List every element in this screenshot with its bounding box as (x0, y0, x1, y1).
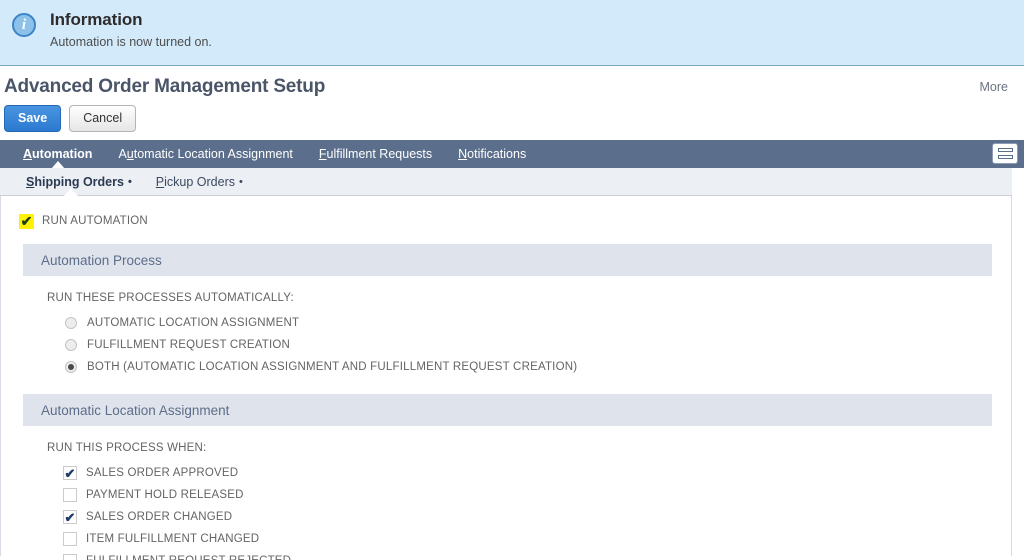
checkbox-sales-order-changed[interactable]: ✔ (63, 510, 77, 524)
information-banner-message: Automation is now turned on. (50, 35, 212, 49)
checkbox-label-sales-order-changed: SALES ORDER CHANGED (86, 511, 233, 523)
tab-notifications[interactable]: Notifications (445, 140, 539, 168)
checkbox-label-item-fulfillment-changed: ITEM FULFILLMENT CHANGED (86, 533, 260, 545)
tab-automatic-location-assignment[interactable]: Automatic Location Assignment (105, 140, 305, 168)
checkbox-fulfillment-request-rejected[interactable] (63, 554, 77, 560)
checkbox-label-payment-hold-released: PAYMENT HOLD RELEASED (86, 489, 244, 501)
checkbox-item-fulfillment-changed[interactable] (63, 532, 77, 546)
radio-row-fulfillment-request-creation[interactable]: FULFILLMENT REQUEST CREATION (65, 334, 1011, 356)
checkbox-row-item-fulfillment-changed[interactable]: ITEM FULFILLMENT CHANGED (63, 528, 1011, 550)
radio-fulfillment-request-creation[interactable] (65, 339, 77, 351)
run-this-process-when-label: RUN THIS PROCESS WHEN: (47, 442, 207, 454)
main-tab-bar: Automation Automatic Location Assignment… (0, 140, 1024, 169)
checkbox-sales-order-approved[interactable]: ✔ (63, 466, 77, 480)
subtab-pickup-orders[interactable]: Pickup Orders • (144, 168, 255, 195)
subtab-shipping-label: hipping Orders (34, 174, 124, 189)
section-header-automatic-location-assignment: Automatic Location Assignment (23, 394, 992, 426)
radio-row-both[interactable]: BOTH (AUTOMATIC LOCATION ASSIGNMENT AND … (65, 356, 1011, 378)
save-button[interactable]: Save (4, 105, 62, 132)
tab-fulfillment-requests[interactable]: Fulfillment Requests (306, 140, 445, 168)
run-automation-label: RUN AUTOMATION (42, 215, 148, 227)
information-banner-text: Information Automation is now turned on. (50, 9, 1024, 51)
radio-row-automatic-location-assignment[interactable]: AUTOMATIC LOCATION ASSIGNMENT (65, 312, 1011, 334)
tab-automation-accesskey: A (23, 147, 33, 161)
checkbox-payment-hold-released[interactable] (63, 488, 77, 502)
tab-fr-label: ulfillment Requests (326, 147, 433, 161)
radio-label-fulfillment-request-creation: FULFILLMENT REQUEST CREATION (87, 339, 291, 351)
checkbox-row-sales-order-approved[interactable]: ✔ SALES ORDER APPROVED (63, 462, 1011, 484)
list-menu-icon[interactable] (992, 143, 1018, 164)
tab-automation-label: utomation (32, 147, 93, 161)
checkbox-label-fulfillment-request-rejected: FULFILLMENT REQUEST REJECTED (86, 555, 291, 560)
subtab-shipping-orders[interactable]: Shipping Orders • (14, 168, 144, 196)
checkbox-row-sales-order-changed[interactable]: ✔ SALES ORDER CHANGED (63, 506, 1011, 528)
tab-ala-label: tomatic Location Assignment (133, 147, 293, 161)
information-banner: i Information Automation is now turned o… (0, 0, 1024, 66)
checkbox-label-sales-order-approved: SALES ORDER APPROVED (86, 467, 239, 479)
section-title-automation-process: Automation Process (41, 252, 162, 268)
checkbox-row-payment-hold-released[interactable]: PAYMENT HOLD RELEASED (63, 484, 1011, 506)
radio-both[interactable] (65, 361, 77, 373)
active-subtab-caret-icon (64, 188, 79, 196)
checkmark-icon: ✔ (20, 213, 33, 229)
subtab-pickup-accesskey: P (155, 174, 165, 189)
tab-ala-accesskey: u (126, 147, 134, 161)
radio-label-both: BOTH (AUTOMATIC LOCATION ASSIGNMENT AND … (87, 361, 578, 373)
tab-notifications-label: otifications (467, 147, 527, 161)
subtab-pickup-label: ickup Orders (164, 174, 235, 189)
information-banner-title: Information (50, 10, 143, 29)
settings-content-panel: ✔ RUN AUTOMATION Automation Process RUN … (0, 196, 1012, 560)
tab-fr-accesskey: F (318, 147, 327, 161)
action-button-row: Save Cancel (0, 102, 1024, 140)
list-menu-icon-bar-2 (997, 155, 1013, 159)
sub-tab-bar: Shipping Orders • Pickup Orders • (0, 168, 1012, 196)
automatic-location-assignment-field-group: RUN THIS PROCESS WHEN: ✔ SALES ORDER APP… (1, 426, 1011, 560)
section-header-automation-process: Automation Process (23, 244, 992, 276)
radio-automatic-location-assignment[interactable] (65, 317, 77, 329)
radio-label-automatic-location-assignment: AUTOMATIC LOCATION ASSIGNMENT (87, 317, 300, 329)
subtab-shipping-dot-icon: • (127, 175, 132, 188)
cancel-button[interactable]: Cancel (69, 105, 137, 132)
info-circle-icon: i (12, 13, 36, 37)
page-title: Advanced Order Management Setup (4, 76, 326, 97)
checkbox-row-fulfillment-request-rejected[interactable]: FULFILLMENT REQUEST REJECTED (63, 550, 1011, 560)
list-menu-icon-bar-1 (997, 148, 1013, 152)
automation-process-field-group: RUN THESE PROCESSES AUTOMATICALLY: AUTOM… (1, 276, 1011, 378)
tab-notifications-accesskey: N (458, 147, 468, 161)
checkmark-icon: ✔ (64, 465, 76, 481)
run-automation-checkbox[interactable]: ✔ (19, 213, 34, 229)
run-processes-automatically-label: RUN THESE PROCESSES AUTOMATICALLY: (47, 292, 294, 304)
page-title-row: Advanced Order Management Setup More (0, 66, 1024, 102)
more-link[interactable]: More (980, 80, 1008, 94)
checkmark-icon: ✔ (64, 509, 76, 525)
run-automation-field: ✔ RUN AUTOMATION (1, 210, 1011, 232)
section-title-automatic-location-assignment: Automatic Location Assignment (41, 402, 230, 418)
subtab-pickup-dot-icon: • (239, 175, 243, 188)
tab-automation[interactable]: Automation (10, 140, 105, 169)
tab-ala-prefix: A (118, 147, 127, 161)
